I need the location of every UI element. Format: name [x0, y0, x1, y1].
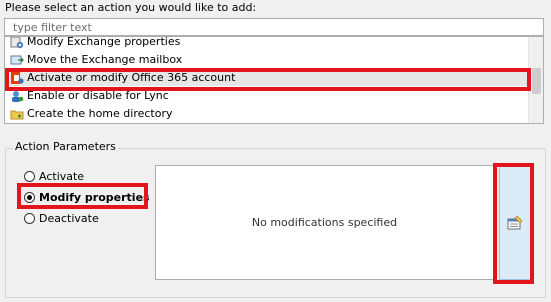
- list-item-label: Create the home directory: [27, 107, 173, 120]
- modifications-panel: No modifications specified: [155, 165, 494, 280]
- list-item-label: Activate or modify Office 365 account: [27, 71, 236, 84]
- office365-account-icon: [11, 71, 24, 84]
- list-item-selected[interactable]: Activate or modify Office 365 account: [5, 69, 527, 86]
- actions-list: Modify Exchange properties Move the Exch…: [4, 36, 544, 124]
- radio-label: Deactivate: [39, 211, 99, 225]
- filter-box[interactable]: [4, 18, 544, 36]
- filter-input[interactable]: [5, 19, 543, 35]
- radio-deactivate[interactable]: Deactivate: [24, 210, 99, 226]
- list-item[interactable]: Modify Exchange properties: [5, 36, 527, 50]
- move-mailbox-icon: [10, 55, 24, 64]
- radio-activate[interactable]: Activate: [24, 168, 84, 184]
- home-directory-icon: [10, 110, 24, 119]
- lync-icon: [12, 90, 24, 102]
- list-item-label: Modify Exchange properties: [27, 36, 181, 48]
- action-parameters-legend: Action Parameters: [13, 140, 118, 153]
- modifications-empty-text: No modifications specified: [251, 216, 398, 229]
- radio-button[interactable]: [24, 191, 35, 203]
- radio-modify-properties[interactable]: Modify properties: [24, 189, 150, 205]
- list-item[interactable]: Create the home directory: [5, 105, 527, 122]
- radio-label: Modify properties: [39, 190, 150, 204]
- list-item-label: Move the Exchange mailbox: [27, 53, 183, 66]
- scrollbar-thumb[interactable]: [532, 68, 541, 94]
- edit-properties-button[interactable]: [499, 166, 531, 280]
- edit-properties-icon: [507, 215, 523, 230]
- action-prompt-label: Please select an action you would like t…: [5, 1, 257, 14]
- radio-button[interactable]: [24, 212, 35, 224]
- radio-label: Activate: [39, 169, 85, 183]
- list-item[interactable]: Move the Exchange mailbox: [5, 51, 527, 68]
- list-scrollbar[interactable]: [528, 37, 543, 123]
- radio-button[interactable]: [24, 170, 35, 182]
- list-item-label: Enable or disable for Lync: [27, 89, 169, 102]
- list-item[interactable]: Enable or disable for Lync: [5, 87, 527, 104]
- exchange-properties-icon: [10, 37, 24, 48]
